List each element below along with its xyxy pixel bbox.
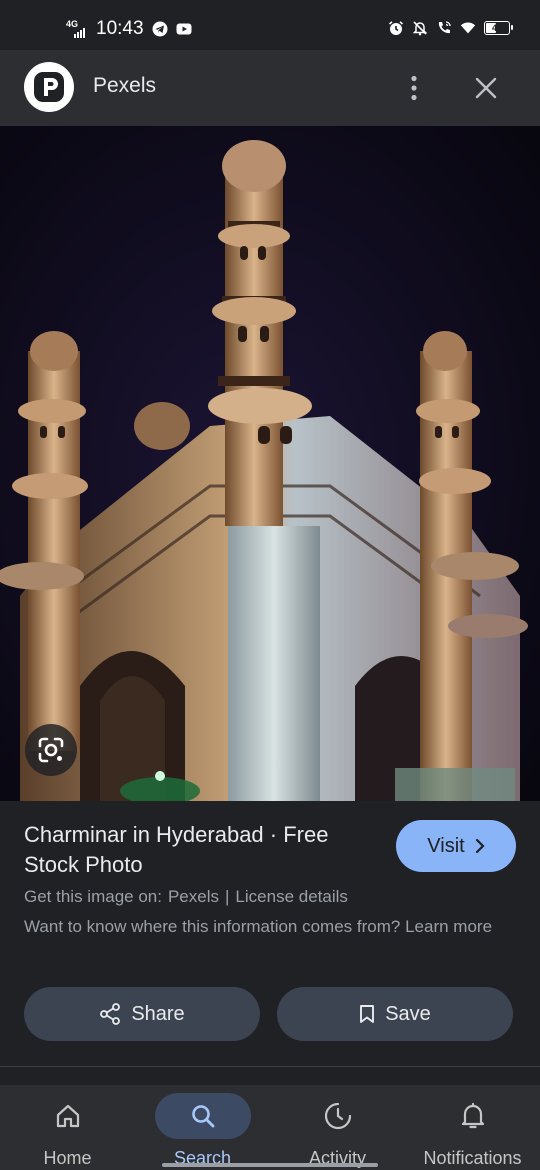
visit-label: Visit [427,834,465,857]
youtube-icon [176,23,192,35]
search-icon [191,1105,214,1128]
home-icon [56,1104,79,1128]
google-lens-button[interactable] [25,724,77,776]
info-question: Want to know where this information come… [24,917,401,936]
close-button[interactable] [466,68,506,108]
save-button[interactable]: Save [277,987,513,1041]
license-details-link[interactable]: License details [235,887,347,907]
battery-icon: 48 [484,21,513,35]
share-button[interactable]: Share [24,987,260,1041]
learn-more-link[interactable]: Learn more [405,917,492,936]
mute-icon [412,21,428,36]
battery-level: 48 [491,23,502,33]
site-name[interactable]: Pexels [93,74,156,98]
bell-icon [461,1102,484,1129]
bottom-navigation: Home Search Activity Notifications [0,1085,540,1170]
nav-search[interactable]: Search [135,1085,270,1170]
nav-activity[interactable]: Activity [270,1085,405,1170]
status-time: 10:43 [96,18,144,39]
activity-icon [324,1102,351,1130]
share-label: Share [131,1002,185,1025]
nav-home-label: Home [43,1148,92,1168]
visit-button[interactable]: Visit [396,820,516,872]
viewer-header: Pexels [0,50,540,126]
more-vert-icon [411,75,417,101]
image-title: Charminar in Hyderabad · Free Stock Phot… [24,822,329,877]
home-indicator[interactable] [162,1163,378,1167]
cellular-signal-icon: 4G [66,20,88,38]
chevron-right-icon [475,838,485,854]
telegram-icon [152,21,168,37]
charminar-photo[interactable] [0,126,540,801]
info-source-text: Want to know where this information come… [24,915,514,939]
google-lens-icon [38,737,64,763]
divider [0,1066,540,1067]
source-prefix: Get this image on: [24,887,162,906]
source-line: Get this image on: Pexels | License deta… [24,887,348,907]
source-link[interactable]: Pexels [168,887,219,907]
nav-home[interactable]: Home [0,1085,135,1170]
charminar-image [0,126,540,801]
pexels-logo[interactable] [24,62,74,112]
nav-notifications-label: Notifications [423,1148,522,1168]
pexels-logo-icon [34,72,64,102]
nav-notifications[interactable]: Notifications [405,1085,540,1170]
save-label: Save [385,1002,431,1025]
close-icon [475,77,497,99]
source-separator: | [225,887,230,906]
bookmark-icon [360,1005,375,1023]
more-options-button[interactable] [396,68,432,108]
wifi-icon [460,22,476,34]
wifi-calling-icon [438,21,451,34]
share-icon [100,1003,121,1025]
alarm-icon [388,21,404,35]
